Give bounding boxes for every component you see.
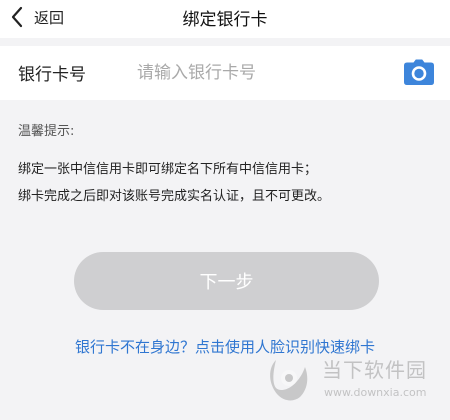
page-title: 绑定银行卡: [182, 10, 268, 30]
tip-line-1: 绑定一张中信信用卡即可绑定名下所有中信信用卡；: [18, 162, 318, 177]
leaf-logo-icon: [270, 360, 308, 401]
tip-line-2: 绑卡完成之后即对该账号完成实名认证，且不可更改。: [18, 189, 331, 204]
watermark-logo: [266, 352, 312, 406]
bank-card-label: 银行卡号: [18, 65, 86, 85]
tips-title: 温馨提示:: [18, 124, 75, 139]
bank-card-field-row: 银行卡号: [0, 46, 450, 100]
camera-icon: [404, 59, 434, 85]
navigation-bar: 返回 绑定银行卡: [0, 0, 450, 38]
watermark: 当下软件园 www.downxia.com: [266, 348, 446, 414]
bank-card-input[interactable]: [135, 56, 369, 90]
face-recognition-link[interactable]: 银行卡不在身边？点击使用人脸识别快速绑卡: [0, 336, 450, 357]
camera-scan-button[interactable]: [403, 58, 435, 86]
watermark-title: 当下软件园: [322, 358, 427, 382]
next-step-button[interactable]: 下一步: [74, 252, 379, 310]
watermark-url: www.downxia.com: [324, 386, 427, 399]
